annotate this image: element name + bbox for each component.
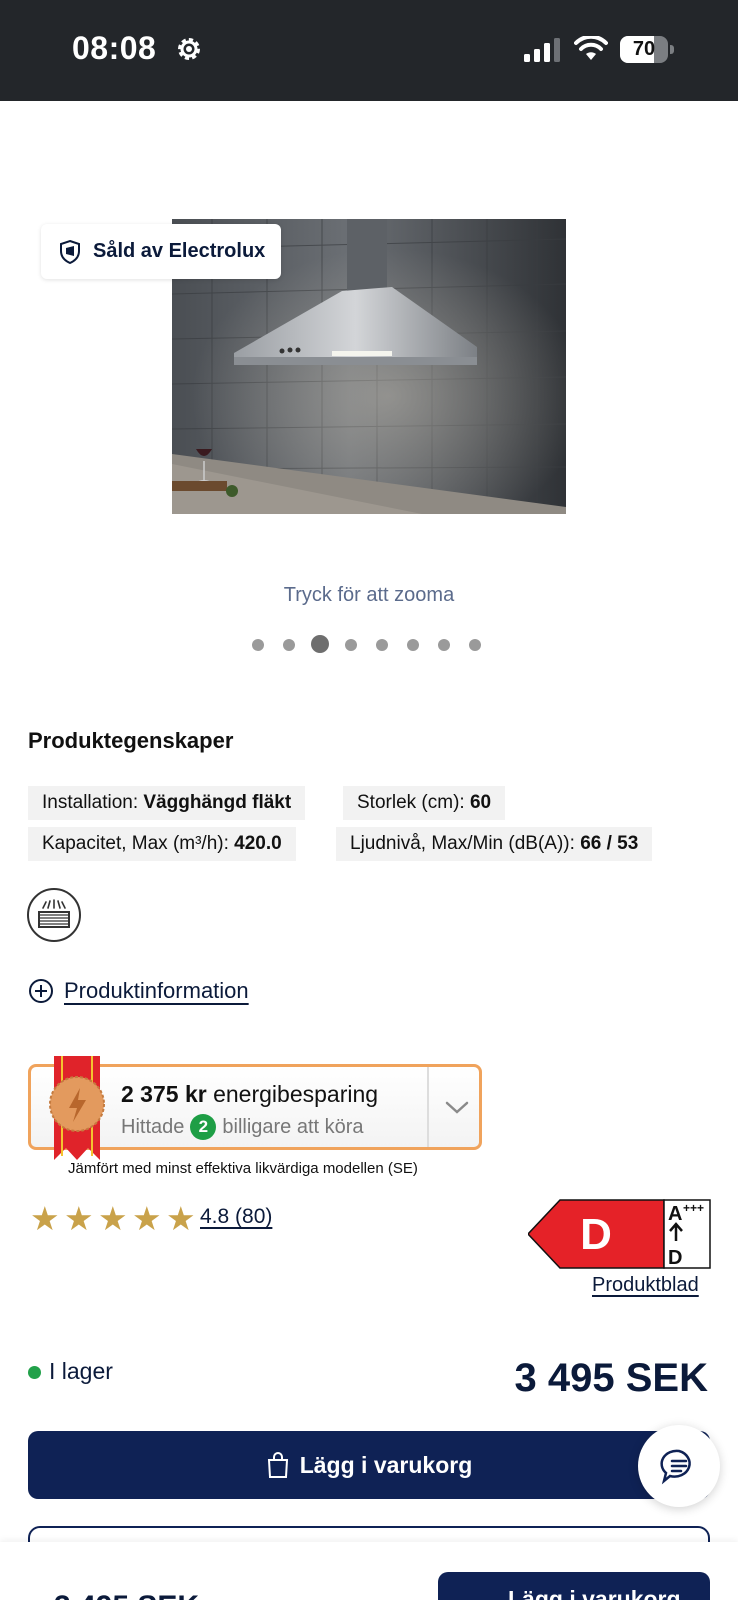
add-to-cart-label: Lägg i varukorg — [299, 1451, 473, 1478]
status-time: 08:08 — [72, 30, 157, 66]
product-info-text: Produktinformation — [64, 978, 249, 1003]
found-count-badge: 2 — [190, 1114, 217, 1140]
energy-scale-sup: +++ — [683, 1201, 704, 1215]
chevron-down-icon[interactable] — [441, 1091, 473, 1123]
energy-saving-amount: 2 375 kr energibesparing — [121, 1081, 378, 1108]
energy-class: D — [580, 1210, 612, 1259]
chip-value: 60 — [469, 792, 492, 813]
chip-size: Storlek (cm): 60 — [343, 786, 506, 820]
found-prefix: Hittade — [121, 1115, 185, 1138]
stock-status: I lager — [49, 1358, 113, 1384]
energy-scale-bottom: D — [668, 1247, 682, 1269]
chat-button[interactable] — [638, 1425, 720, 1507]
product-info-link[interactable]: Produktinformation — [28, 978, 249, 1004]
price: 3 495 SEK — [514, 1356, 708, 1400]
shopping-bag-icon — [267, 1452, 288, 1478]
star-icon: ★ — [64, 1200, 94, 1237]
battery-level: 70 — [632, 38, 656, 60]
medal-icon — [49, 1056, 105, 1160]
gear-icon — [178, 38, 200, 60]
chip-label: Storlek (cm): — [357, 792, 465, 813]
chip-label: Ljudnivå, Max/Min (dB(A)): — [350, 833, 575, 854]
stock-indicator — [28, 1366, 41, 1379]
chip-label: Installation: — [42, 792, 139, 813]
saving-amount: 2 375 kr — [121, 1081, 207, 1107]
energy-class-label[interactable]: D A +++ D — [528, 1199, 712, 1269]
rating-link[interactable]: 4.8 (80) — [200, 1205, 272, 1229]
star-icon: ★ — [98, 1200, 128, 1237]
chat-icon — [660, 1449, 691, 1485]
pagination-dot[interactable] — [345, 639, 357, 651]
status-bar: 08:08 70 — [0, 0, 738, 101]
comparison-note: Jämfört med minst effektiva likvärdiga m… — [68, 1160, 418, 1177]
saving-label: energibesparing — [213, 1081, 379, 1107]
pagination-dot[interactable] — [376, 639, 388, 651]
signal-icon — [524, 38, 560, 62]
found-suffix: billigare att köra — [222, 1115, 364, 1138]
star-icon: ★ — [166, 1200, 196, 1237]
shield-icon — [60, 239, 80, 264]
chip-value: 66 / 53 — [580, 833, 639, 854]
star-icon: ★ — [132, 1200, 162, 1237]
sticky-add-to-cart-button[interactable]: Lägg i varukorg — [438, 1572, 710, 1600]
chip-label: Kapacitet, Max (m³/h): — [42, 833, 229, 854]
pagination-dot[interactable] — [469, 639, 481, 651]
product-sheet-link[interactable]: Produktblad — [592, 1274, 699, 1297]
pagination-dot[interactable] — [283, 639, 295, 651]
pagination-dot[interactable] — [252, 639, 264, 651]
cheaper-models: Hittade 2 billigare att köra — [121, 1114, 364, 1140]
chip-noise: Ljudnivå, Max/Min (dB(A)): 66 / 53 — [336, 827, 653, 861]
properties-title: Produktegenskaper — [28, 728, 234, 753]
zoom-hint[interactable]: Tryck för att zooma — [0, 584, 738, 607]
chip-value: 420.0 — [234, 833, 282, 854]
energy-scale-top: A — [668, 1203, 682, 1225]
chip-value: Vägghängd fläkt — [143, 792, 292, 813]
wifi-icon — [574, 36, 608, 60]
pagination-dot-active[interactable] — [311, 635, 329, 653]
sticky-price: 3 495 SEK — [54, 1590, 199, 1600]
chip-installation: Installation: Vägghängd fläkt — [28, 786, 306, 820]
battery-icon: 70 — [620, 36, 674, 63]
add-to-cart-button[interactable]: Lägg i varukorg — [28, 1431, 710, 1499]
grease-filter-icon[interactable] — [27, 888, 81, 942]
pagination-dot[interactable] — [438, 639, 450, 651]
chip-capacity: Kapacitet, Max (m³/h): 420.0 — [28, 827, 296, 861]
star-rating[interactable]: ★ ★ ★ ★ ★ — [30, 1202, 200, 1236]
plus-circle-icon — [29, 979, 53, 1003]
sold-by-badge: Såld av Electrolux — [41, 224, 281, 279]
sticky-purchase-bar: 3 495 SEK Lägg i varukorg — [0, 1542, 738, 1600]
gallery-pagination[interactable] — [252, 635, 492, 653]
sold-by-text: Såld av Electrolux — [93, 240, 266, 262]
star-icon: ★ — [30, 1200, 60, 1237]
pagination-dot[interactable] — [407, 639, 419, 651]
